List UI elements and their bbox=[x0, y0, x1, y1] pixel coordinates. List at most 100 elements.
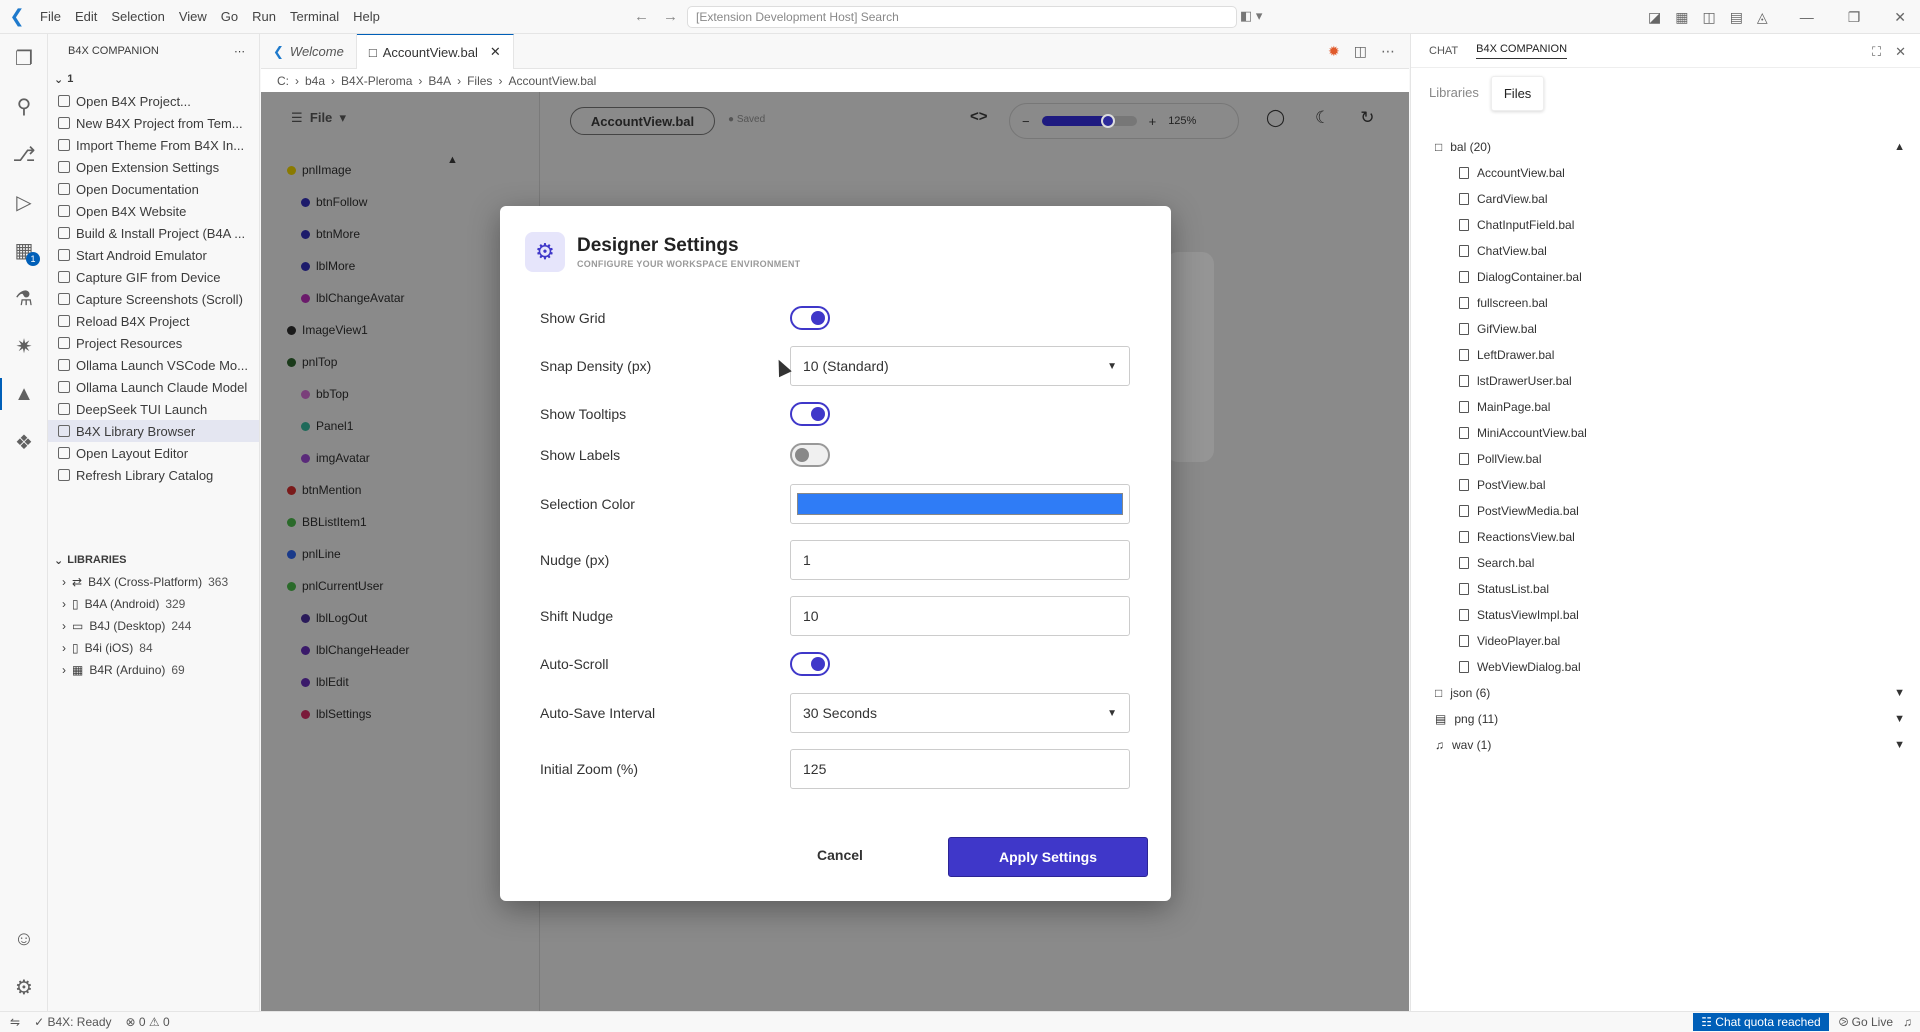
show-labels-toggle[interactable] bbox=[790, 443, 830, 467]
breadcrumb-item[interactable]: AccountView.bal bbox=[508, 74, 596, 88]
menu-run[interactable]: Run bbox=[246, 5, 282, 28]
breadcrumb-item[interactable]: B4A bbox=[428, 74, 451, 88]
more-actions-icon[interactable]: ⋯ bbox=[1381, 43, 1395, 60]
explorer-icon[interactable]: ❐ bbox=[0, 34, 48, 82]
file-item[interactable]: DialogContainer.bal bbox=[1435, 264, 1905, 290]
code-view-toggle[interactable]: <> bbox=[970, 108, 988, 125]
command-item[interactable]: Refresh Library Catalog bbox=[48, 464, 259, 486]
b4x-companion-icon[interactable]: ▲ bbox=[0, 370, 48, 418]
command-item[interactable]: Build & Install Project (B4A ... bbox=[48, 222, 259, 244]
accounts-layout-icon[interactable]: ◪ bbox=[1648, 9, 1661, 26]
command-item[interactable]: Start Android Emulator bbox=[48, 244, 259, 266]
file-item[interactable]: PostViewMedia.bal bbox=[1435, 498, 1905, 524]
command-item[interactable]: Ollama Launch Claude Model bbox=[48, 376, 259, 398]
collapse-tree-icon[interactable]: ▲ bbox=[447, 154, 458, 166]
testing-icon[interactable]: ⚗ bbox=[0, 274, 48, 322]
breadcrumb-item[interactable]: C: bbox=[277, 74, 289, 88]
b4x-sparkle-icon[interactable]: ✹ bbox=[1328, 43, 1340, 60]
refresh-icon[interactable]: ↻ bbox=[1360, 108, 1374, 128]
view-tree-node[interactable]: pnlImage bbox=[287, 154, 539, 186]
breadcrumb-item[interactable]: b4a bbox=[305, 74, 325, 88]
file-item[interactable]: LeftDrawer.bal bbox=[1435, 342, 1905, 368]
file-item[interactable]: ChatInputField.bal bbox=[1435, 212, 1905, 238]
file-item[interactable]: WebViewDialog.bal bbox=[1435, 654, 1905, 680]
library-item[interactable]: › ▯ B4i (iOS) 84 bbox=[48, 637, 259, 659]
tab-b4x-companion[interactable]: B4X COMPANION bbox=[1476, 43, 1568, 59]
extensions-icon[interactable]: ▦ 1 bbox=[0, 226, 48, 274]
shift-nudge-input[interactable]: 10 bbox=[790, 596, 1130, 636]
menu-help[interactable]: Help bbox=[347, 5, 386, 28]
notifications-bell-icon[interactable]: ♫ bbox=[1903, 1015, 1912, 1029]
source-control-icon[interactable]: ⎇ bbox=[0, 130, 48, 178]
library-item[interactable]: › ⇄ B4X (Cross-Platform) 363 bbox=[48, 571, 259, 593]
file-item[interactable]: ChatView.bal bbox=[1435, 238, 1905, 264]
maximize-icon[interactable]: ⛶ bbox=[1872, 44, 1881, 60]
toggle-panel-icon[interactable]: ▤ bbox=[1730, 9, 1743, 26]
run-debug-icon[interactable]: ▷ bbox=[0, 178, 48, 226]
zoom-out-button[interactable]: − bbox=[1022, 114, 1030, 129]
tab-chat[interactable]: CHAT bbox=[1429, 45, 1458, 57]
problems-indicator[interactable]: ⊗ 0 ⚠ 0 bbox=[126, 1015, 170, 1029]
command-item[interactable]: Project Resources bbox=[48, 332, 259, 354]
auto-save-select[interactable]: 30 Seconds ▼ bbox=[790, 693, 1130, 733]
minimize-icon[interactable]: — bbox=[1800, 9, 1814, 25]
menu-go[interactable]: Go bbox=[215, 5, 244, 28]
command-center-search[interactable]: [Extension Development Host] Search bbox=[687, 6, 1237, 28]
file-item[interactable]: MainPage.bal bbox=[1435, 394, 1905, 420]
account-icon[interactable]: ☺ bbox=[0, 915, 48, 963]
search-icon[interactable]: ⚲ bbox=[0, 82, 48, 130]
show-grid-toggle[interactable] bbox=[790, 306, 830, 330]
menu-selection[interactable]: Selection bbox=[105, 5, 170, 28]
breadcrumb-item[interactable]: B4X-Pleroma bbox=[341, 74, 412, 88]
cancel-button[interactable]: Cancel bbox=[790, 836, 890, 874]
file-item[interactable]: fullscreen.bal bbox=[1435, 290, 1905, 316]
folder-item[interactable]: ♫ wav (1) ▼ bbox=[1435, 732, 1905, 758]
library-item[interactable]: › ▯ B4A (Android) 329 bbox=[48, 593, 259, 615]
command-item[interactable]: Open Documentation bbox=[48, 178, 259, 200]
copilot-icon[interactable]: ◧ ▾ bbox=[1240, 8, 1262, 24]
command-item[interactable]: Reload B4X Project bbox=[48, 310, 259, 332]
close-window-icon[interactable]: ✕ bbox=[1894, 9, 1906, 26]
remote-icon[interactable]: ⇋ bbox=[10, 1015, 20, 1029]
dark-mode-moon-icon[interactable]: ☾ bbox=[1315, 108, 1330, 128]
file-item[interactable]: lstDrawerUser.bal bbox=[1435, 368, 1905, 394]
nudge-input[interactable]: 1 bbox=[790, 540, 1130, 580]
folder-item[interactable]: □ json (6) ▼ bbox=[1435, 680, 1905, 706]
command-item[interactable]: DeepSeek TUI Launch bbox=[48, 398, 259, 420]
chat-quota-badge[interactable]: ☷ Chat quota reached bbox=[1693, 1013, 1829, 1031]
menu-file[interactable]: File bbox=[34, 5, 67, 28]
file-item[interactable]: ReactionsView.bal bbox=[1435, 524, 1905, 550]
split-editor-icon[interactable]: ◫ bbox=[1354, 43, 1367, 60]
file-item[interactable]: GifView.bal bbox=[1435, 316, 1905, 342]
subtab-files[interactable]: Files bbox=[1490, 76, 1545, 111]
initial-zoom-input[interactable]: 125 bbox=[790, 749, 1130, 789]
menu-view[interactable]: View bbox=[173, 5, 213, 28]
show-tooltips-toggle[interactable] bbox=[790, 402, 830, 426]
command-item[interactable]: Open Layout Editor bbox=[48, 442, 259, 464]
tab-welcome[interactable]: ❮ Welcome bbox=[261, 34, 357, 69]
command-item[interactable]: B4X Library Browser bbox=[48, 420, 259, 442]
menu-edit[interactable]: Edit bbox=[69, 5, 103, 28]
selection-color-picker[interactable] bbox=[790, 484, 1130, 524]
command-item[interactable]: New B4X Project from Tem... bbox=[48, 112, 259, 134]
libraries-section-toggle[interactable]: ⌄ LIBRARIES bbox=[48, 549, 259, 571]
auto-scroll-toggle[interactable] bbox=[790, 652, 830, 676]
close-panel-icon[interactable]: ✕ bbox=[1895, 44, 1906, 60]
file-item[interactable]: Search.bal bbox=[1435, 550, 1905, 576]
folder-item[interactable]: ▤ png (11) ▼ bbox=[1435, 706, 1905, 732]
file-item[interactable]: CardView.bal bbox=[1435, 186, 1905, 212]
section-toggle[interactable]: ⌄ 1 bbox=[48, 68, 259, 90]
ai-sparkle-icon[interactable]: ✷ bbox=[0, 322, 48, 370]
library-item[interactable]: › ▦ B4R (Arduino) 69 bbox=[48, 659, 259, 681]
command-item[interactable]: Open Extension Settings bbox=[48, 156, 259, 178]
zoom-in-button[interactable]: + bbox=[1149, 114, 1157, 129]
restore-icon[interactable]: ❐ bbox=[1848, 9, 1861, 26]
library-item[interactable]: › ▭ B4J (Desktop) 244 bbox=[48, 615, 259, 637]
breadcrumb-item[interactable]: Files bbox=[467, 74, 492, 88]
file-item[interactable]: VideoPlayer.bal bbox=[1435, 628, 1905, 654]
go-live-button[interactable]: ⧁ Go Live bbox=[1839, 1015, 1893, 1030]
command-item[interactable]: Capture GIF from Device bbox=[48, 266, 259, 288]
file-item[interactable]: AccountView.bal bbox=[1435, 160, 1905, 186]
menu-terminal[interactable]: Terminal bbox=[284, 5, 345, 28]
apply-settings-button[interactable]: Apply Settings bbox=[948, 837, 1148, 877]
